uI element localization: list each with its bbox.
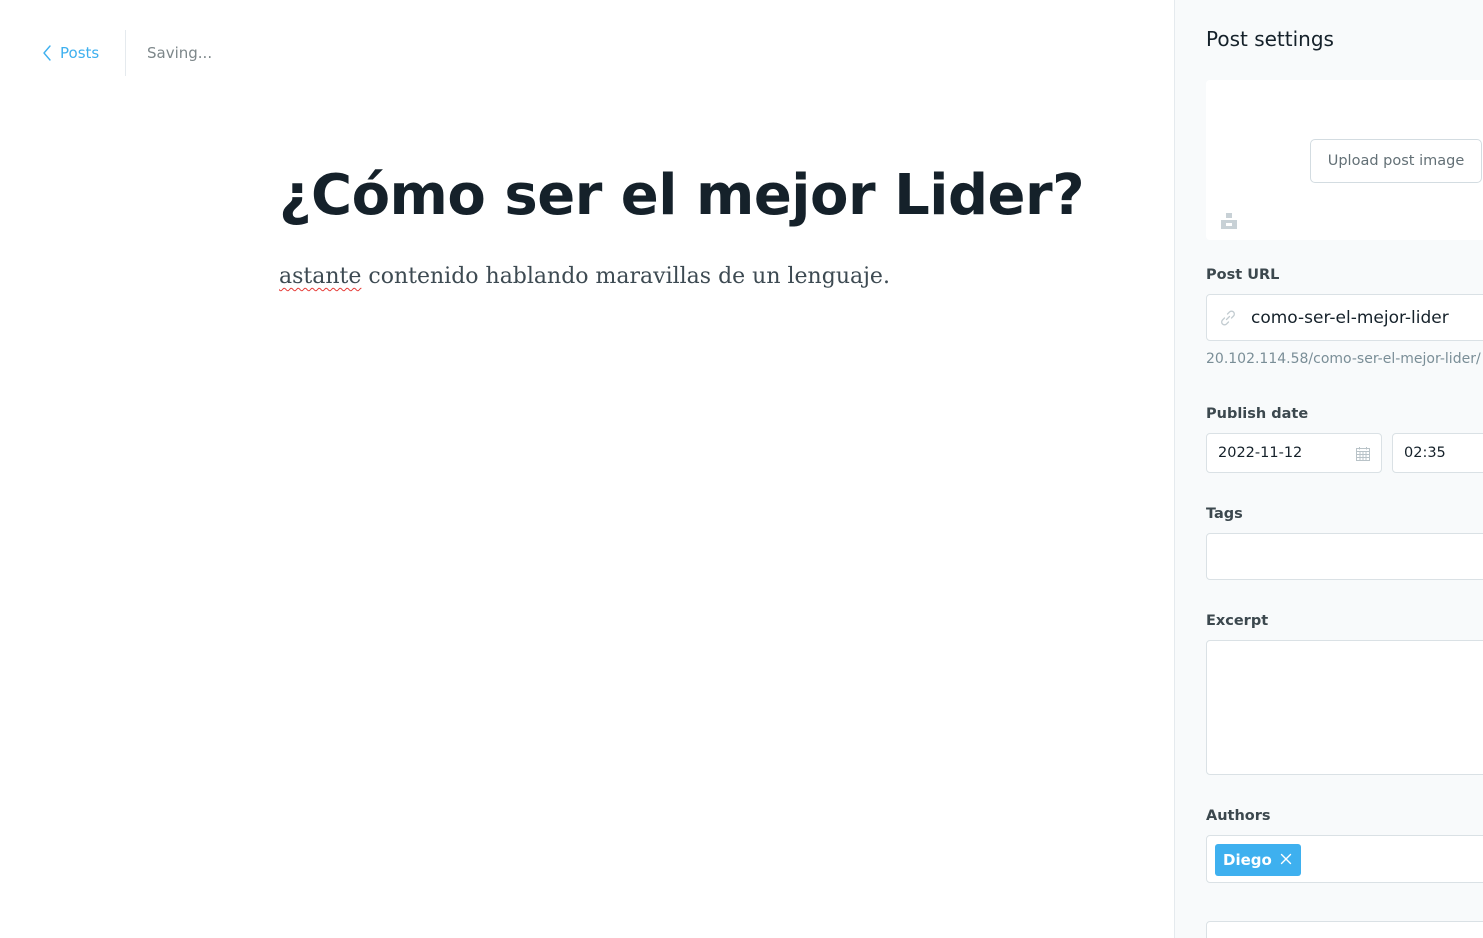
publish-time-input[interactable]: 02:35 [1392,433,1483,473]
publish-date-value: 2022-11-12 [1218,445,1303,461]
back-to-posts-link[interactable]: Posts [42,44,99,62]
author-token-name: Diego [1223,851,1272,869]
publish-date-label: Publish date [1206,406,1309,422]
editor-topbar: Posts Saving... [0,0,1175,108]
unsplash-icon[interactable] [1220,212,1238,234]
post-url-value: como-ser-el-mejor-lider [1251,308,1449,328]
author-token[interactable]: Diego [1215,844,1301,876]
back-link-label: Posts [60,44,100,62]
next-settings-field[interactable] [1206,921,1483,938]
post-url-input[interactable]: como-ser-el-mejor-lider [1206,294,1483,341]
tags-label: Tags [1206,506,1243,522]
link-icon [1219,309,1237,331]
publish-time-value: 02:35 [1404,445,1446,461]
authors-input[interactable]: Diego [1206,835,1483,883]
publish-date-input[interactable]: 2022-11-12 [1206,433,1382,473]
close-icon[interactable] [1280,851,1292,869]
excerpt-label: Excerpt [1206,613,1269,629]
post-url-label: Post URL [1206,267,1280,283]
authors-label: Authors [1206,808,1271,824]
tags-input[interactable] [1206,533,1483,580]
post-url-preview: 20.102.114.58/como-ser-el-mejor-lider/ [1206,351,1481,367]
misspelled-word: astante [279,264,362,289]
panel-title: Post settings [1206,27,1334,51]
topbar-divider [125,30,126,76]
post-body-text: contenido hablando maravillas de un leng… [361,264,890,289]
post-body[interactable]: astante contenido hablando maravillas de… [279,262,1099,293]
calendar-icon[interactable] [1355,446,1371,466]
editor-area: Posts Saving... ¿Cómo ser el mejor Lider… [0,0,1175,938]
chevron-left-icon [42,45,52,61]
upload-post-image-button[interactable]: Upload post image [1310,139,1482,183]
save-status: Saving... [147,44,213,62]
post-settings-panel: Post settings Upload post image Post URL… [1174,0,1483,938]
post-image-dropzone: Upload post image [1206,80,1483,240]
post-title[interactable]: ¿Cómo ser el mejor Lider? [279,163,1099,228]
excerpt-textarea[interactable] [1206,640,1483,775]
